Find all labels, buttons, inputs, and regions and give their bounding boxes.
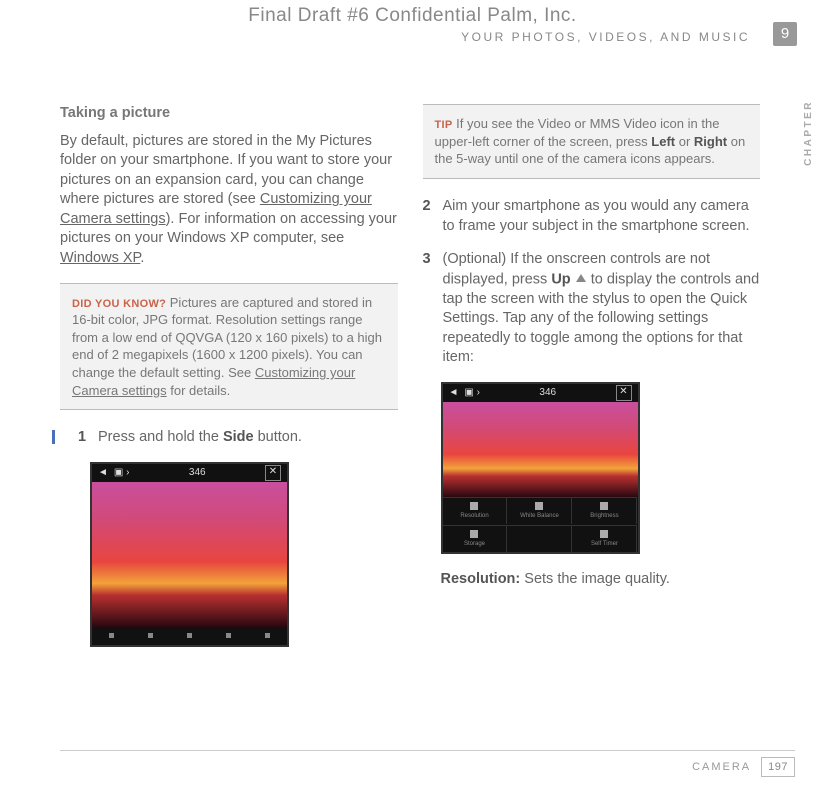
- bold-text: Right: [694, 134, 727, 149]
- step-number: 2: [423, 197, 443, 236]
- section-title: Taking a picture: [60, 104, 398, 124]
- back-icon: ◄: [98, 466, 108, 480]
- step-marker: [60, 428, 78, 448]
- text: Press and hold the: [98, 429, 223, 445]
- step-2: 2 Aim your smartphone as you would any c…: [423, 197, 761, 236]
- left-column: Taking a picture By default, pictures ar…: [60, 104, 398, 663]
- camera-screenshot-1: ◄ ▣ › 346 ✕: [90, 462, 289, 647]
- camera-screenshot-2: ◄ ▣ › 346 ✕ Resolution White Balance Brig…: [441, 382, 640, 554]
- page-number: 197: [761, 757, 795, 777]
- footer-section: CAMERA: [692, 761, 751, 773]
- setting-white-balance: White Balance: [507, 497, 572, 524]
- screenshot-topbar: ◄ ▣ › 346 ✕: [443, 384, 638, 402]
- close-icon: ✕: [616, 385, 632, 401]
- header-subtitle: YOUR PHOTOS, VIDEOS, AND MUSIC: [0, 30, 825, 44]
- step-text: (Optional) If the onscreen controls are …: [443, 250, 761, 368]
- step-text: Aim your smartphone as you would any cam…: [443, 197, 761, 236]
- step-1: 1 Press and hold the Side button.: [60, 428, 398, 448]
- intro-paragraph: By default, pictures are stored in the M…: [60, 132, 398, 269]
- bold-text: Left: [651, 134, 675, 149]
- chapter-number-badge: 9: [773, 22, 797, 46]
- quick-settings-grid: Resolution White Balance Brightness Stor…: [443, 497, 638, 552]
- screenshot-topbar: ◄ ▣ › 346 ✕: [92, 464, 287, 482]
- setting-brightness: Brightness: [572, 497, 637, 524]
- back-icon: ◄: [449, 386, 459, 400]
- header-watermark: Final Draft #6 Confidential Palm, Inc.: [0, 5, 825, 27]
- content-columns: Taking a picture By default, pictures ar…: [0, 44, 825, 663]
- step-3: 3 (Optional) If the onscreen controls ar…: [423, 250, 761, 368]
- step-number: 3: [423, 250, 443, 368]
- up-arrow-icon: [575, 270, 587, 290]
- right-column: TIP If you see the Video or MMS Video ic…: [423, 104, 761, 663]
- setting-resolution: Resolution: [443, 497, 508, 524]
- setting-self-timer: Self Timer: [572, 525, 637, 552]
- did-you-know-box: DID YOU KNOW? Pictures are captured and …: [60, 283, 398, 411]
- bold-text: Up: [551, 271, 570, 287]
- camera-icon: ▣ ›: [464, 386, 480, 400]
- text: button.: [254, 429, 302, 445]
- page-header: Final Draft #6 Confidential Palm, Inc. Y…: [0, 0, 825, 44]
- bold-text: Side: [223, 429, 254, 445]
- screenshot-bottombar: [92, 627, 287, 645]
- text: or: [675, 134, 694, 149]
- text: .: [140, 250, 144, 266]
- step-number: 1: [78, 428, 98, 448]
- link-windows-xp[interactable]: Windows XP: [60, 250, 140, 266]
- camera-icon: ▣ ›: [114, 466, 130, 480]
- did-you-know-label: DID YOU KNOW?: [72, 298, 166, 310]
- page-footer: CAMERA 197: [60, 750, 795, 777]
- tip-box: TIP If you see the Video or MMS Video ic…: [423, 104, 761, 179]
- step-text: Press and hold the Side button.: [98, 428, 398, 448]
- resolution-description: Resolution: Sets the image quality.: [441, 570, 761, 590]
- screenshot-viewfinder: [92, 482, 287, 627]
- chapter-label: CHAPTER: [803, 100, 814, 166]
- screenshot-viewfinder: [443, 402, 638, 497]
- tip-label: TIP: [435, 119, 453, 131]
- setting-storage: Storage: [443, 525, 508, 552]
- text: Sets the image quality.: [520, 571, 670, 587]
- bold-text: Resolution:: [441, 571, 521, 587]
- screenshot-time: 346: [189, 466, 206, 480]
- close-icon: ✕: [265, 465, 281, 481]
- screenshot-time: 346: [539, 386, 556, 400]
- text: for details.: [167, 383, 231, 398]
- setting-empty: [507, 525, 572, 552]
